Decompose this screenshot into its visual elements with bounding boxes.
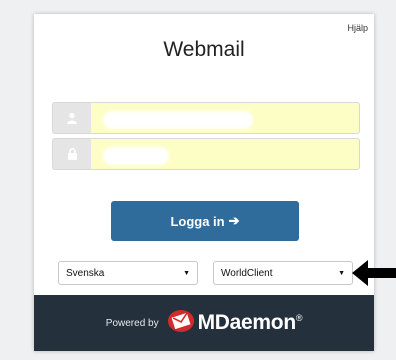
redacted-text xyxy=(48,70,146,86)
help-link[interactable]: Hjälp xyxy=(347,23,368,33)
user-icon xyxy=(53,103,91,133)
registered-mark: ® xyxy=(295,313,303,323)
mdaemon-logo[interactable]: MDaemon® xyxy=(167,309,303,338)
language-select-value: Svenska xyxy=(66,267,105,279)
login-card: Hjälp Webmail Logga in ➔ Svenska ▼ World… xyxy=(34,14,374,351)
caret-down-icon: ▼ xyxy=(183,269,190,277)
powered-by-text: Powered by xyxy=(105,317,159,329)
login-button[interactable]: Logga in ➔ xyxy=(111,201,299,241)
mdaemon-envelope-icon xyxy=(167,309,195,338)
theme-select-value: WorldClient xyxy=(221,267,273,279)
language-select[interactable]: Svenska ▼ xyxy=(58,261,198,285)
page-title: Webmail xyxy=(163,38,245,61)
arrow-right-icon: ➔ xyxy=(228,213,240,228)
password-field[interactable] xyxy=(52,138,360,170)
redacted-password xyxy=(103,147,169,165)
lock-icon xyxy=(53,139,91,169)
login-button-label: Logga in xyxy=(170,213,225,229)
footer: Powered by MDaemon® xyxy=(34,295,374,351)
redacted-username xyxy=(103,111,253,129)
caret-down-icon: ▼ xyxy=(338,269,345,277)
pointer-arrow-icon xyxy=(352,260,396,286)
theme-select[interactable]: WorldClient ▼ xyxy=(213,261,353,285)
brand-name: MDaemon® xyxy=(197,311,303,334)
username-field[interactable] xyxy=(52,102,360,134)
